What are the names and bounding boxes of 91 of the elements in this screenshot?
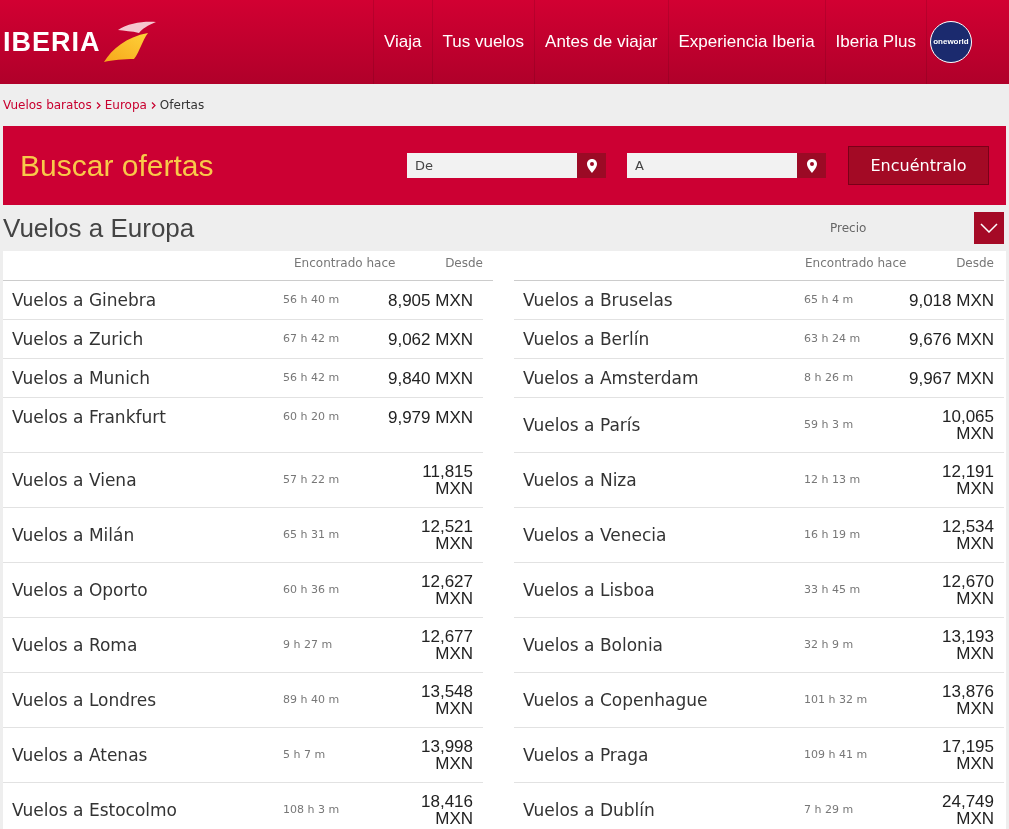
found-time: 67 h 42 m xyxy=(283,330,341,347)
chevron-down-icon xyxy=(980,223,998,233)
destination-link[interactable]: Vuelos a Dublín xyxy=(523,801,804,819)
price-text: 12,627 MXN xyxy=(420,573,473,607)
price-text: 9,018 MXN xyxy=(907,291,994,309)
chevron-icon xyxy=(95,101,101,109)
found-time: 9 h 27 m xyxy=(283,636,334,653)
destination-link[interactable]: Vuelos a Atenas xyxy=(12,746,283,764)
price-text: 8,905 MXN xyxy=(386,291,473,309)
price-text: 18,416 MXN xyxy=(420,793,473,827)
nav-link[interactable]: Experiencia Iberia xyxy=(667,0,825,84)
destination-link[interactable]: Vuelos a Munich xyxy=(12,369,283,387)
destination-link[interactable]: Vuelos a Roma xyxy=(12,636,283,654)
price-text: 9,840 MXN xyxy=(386,369,473,387)
destination-link[interactable]: Vuelos a Lisboa xyxy=(523,581,804,599)
price-text: 13,998 MXN xyxy=(420,738,473,772)
chevron-icon xyxy=(150,101,156,109)
found-time: 60 h 36 m xyxy=(283,581,341,598)
sort-dropdown-button[interactable] xyxy=(974,212,1004,244)
price-text: 9,967 MXN xyxy=(907,369,994,387)
search-title: Buscar ofertas xyxy=(20,148,215,184)
destination-link[interactable]: Vuelos a Ginebra xyxy=(12,291,283,309)
found-time: 109 h 41 m xyxy=(804,746,869,763)
destination-link[interactable]: Vuelos a Bruselas xyxy=(523,291,804,309)
found-time: 57 h 22 m xyxy=(283,471,341,488)
destination-link[interactable]: Vuelos a Zurich xyxy=(12,330,283,348)
destination-link[interactable]: Vuelos a Niza xyxy=(523,471,804,489)
price-text: 12,534 MXN xyxy=(941,518,994,552)
sort-label: Precio xyxy=(830,220,868,237)
destination-link[interactable]: Vuelos a Bolonia xyxy=(523,636,804,654)
price-text: 12,677 MXN xyxy=(420,628,473,662)
found-time: 7 h 29 m xyxy=(804,801,855,818)
found-time: 63 h 24 m xyxy=(804,330,862,347)
location-pin-icon[interactable] xyxy=(797,153,826,178)
found-time: 8 h 26 m xyxy=(804,369,855,386)
destination-link[interactable]: Vuelos a Praga xyxy=(523,746,804,764)
column-header: Desde xyxy=(956,255,994,272)
destination-link[interactable]: Vuelos a París xyxy=(523,416,804,434)
nav-link[interactable]: Antes de viajar xyxy=(534,0,668,84)
destination-link[interactable]: Vuelos a Frankfurt xyxy=(12,408,283,426)
price-text: 11,815 MXN xyxy=(421,463,473,497)
oneworld-logo: oneworld xyxy=(929,21,972,63)
found-time: 89 h 40 m xyxy=(283,691,341,708)
price-text: 12,521 MXN xyxy=(420,518,473,552)
found-time: 56 h 42 m xyxy=(283,369,341,386)
destination-link[interactable]: Vuelos a Copenhague xyxy=(523,691,804,709)
price-text: 9,676 MXN xyxy=(907,330,994,348)
price-text: 17,195 MXN xyxy=(941,738,994,772)
destination-link[interactable]: Vuelos a Viena xyxy=(12,471,283,489)
find-button[interactable]: Encuéntralo xyxy=(848,146,989,185)
found-time: 32 h 9 m xyxy=(804,636,855,653)
destination-link[interactable]: Vuelos a Oporto xyxy=(12,581,283,599)
section-title: Vuelos a Europa xyxy=(3,211,196,245)
column-header: Encontrado hace xyxy=(294,255,397,272)
found-time: 108 h 3 m xyxy=(283,801,341,818)
swoosh-logo-icon xyxy=(103,21,156,63)
destination-link[interactable]: Vuelos a Londres xyxy=(12,691,283,709)
breadcrumb-link[interactable]: Vuelos baratos xyxy=(3,96,92,114)
nav-link[interactable]: Tus vuelos xyxy=(431,0,535,84)
found-time: 65 h 31 m xyxy=(283,526,341,543)
found-time: 60 h 20 m xyxy=(283,408,341,425)
destination-link[interactable]: Vuelos a Milán xyxy=(12,526,283,544)
price-text: 13,876 MXN xyxy=(941,683,994,717)
column-header: Desde xyxy=(445,255,483,272)
found-time: 12 h 13 m xyxy=(804,471,862,488)
price-text: 9,062 MXN xyxy=(386,330,473,348)
found-time: 16 h 19 m xyxy=(804,526,862,543)
found-time: 5 h 7 m xyxy=(283,746,327,763)
column-header: Encontrado hace xyxy=(805,255,908,272)
breadcrumb-link[interactable]: Europa xyxy=(104,96,147,114)
nav-link[interactable]: Iberia Plus xyxy=(824,0,926,84)
found-time: 33 h 45 m xyxy=(804,581,862,598)
location-pin-icon[interactable] xyxy=(577,153,606,178)
logo-text[interactable]: IBERIA xyxy=(3,28,101,56)
nav-link[interactable]: Viaja xyxy=(373,0,432,84)
breadcrumb-current: Ofertas xyxy=(159,97,205,114)
price-text: 9,979 MXN xyxy=(386,408,473,426)
destination-link[interactable]: Vuelos a Amsterdam xyxy=(523,369,804,387)
found-time: 101 h 32 m xyxy=(804,691,869,708)
destination-link[interactable]: Vuelos a Venecia xyxy=(523,526,804,544)
found-time: 65 h 4 m xyxy=(804,291,855,308)
price-text: 12,191 MXN xyxy=(941,463,994,497)
found-time: 56 h 40 m xyxy=(283,291,341,308)
price-text: 24,749 MXN xyxy=(941,793,994,827)
found-time: 59 h 3 m xyxy=(804,416,855,433)
price-text: 13,193 MXN xyxy=(941,628,994,662)
destination-link[interactable]: Vuelos a Berlín xyxy=(523,330,804,348)
price-text: 10,065 MXN xyxy=(941,408,994,442)
price-text: 13,548 MXN xyxy=(420,683,473,717)
price-text: 12,670 MXN xyxy=(941,573,994,607)
destination-link[interactable]: Vuelos a Estocolmo xyxy=(12,801,283,819)
